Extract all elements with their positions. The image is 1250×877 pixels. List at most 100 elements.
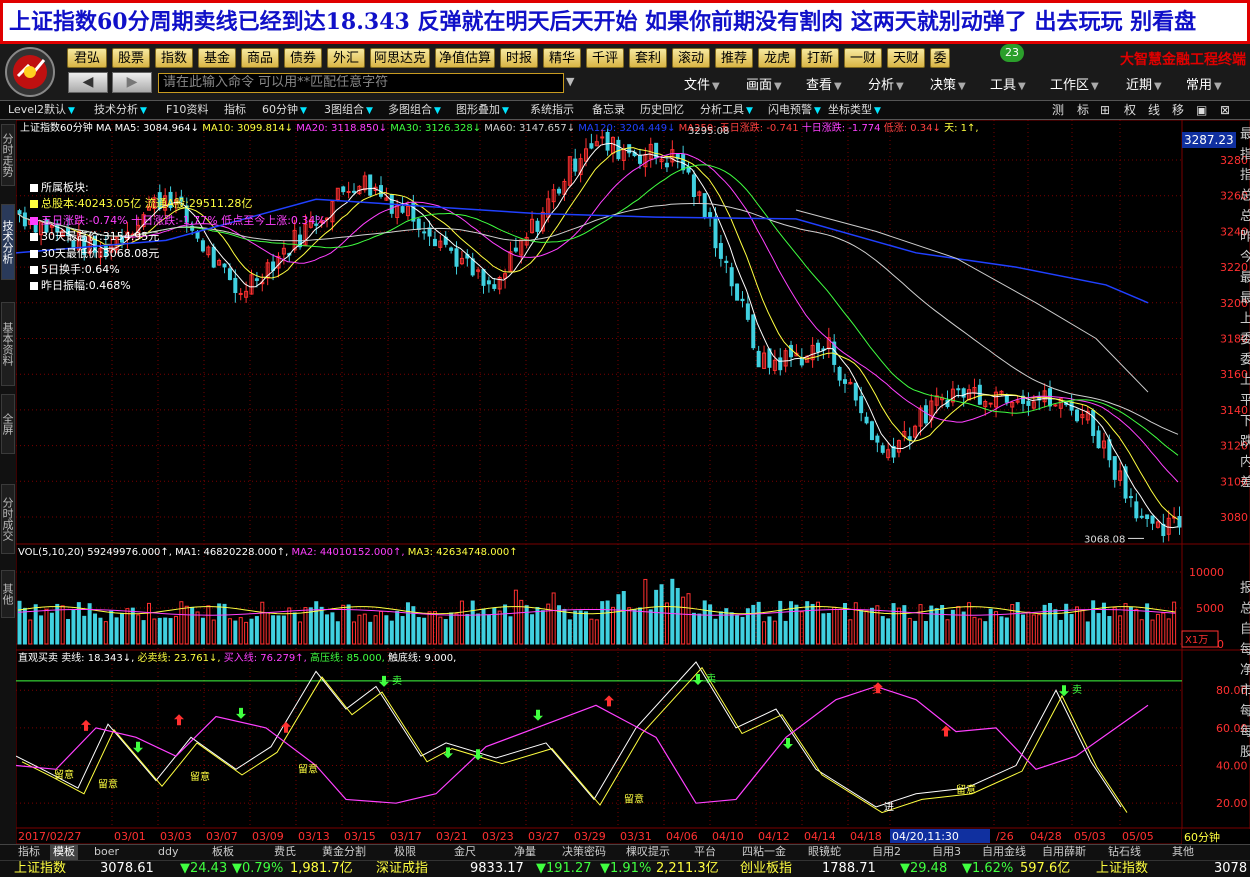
right-tool-0[interactable]: 测: [1052, 101, 1064, 119]
bottom-tab-19[interactable]: 钻石线: [1108, 844, 1141, 860]
toolbar-item-8[interactable]: 系统指示: [530, 101, 574, 119]
bottom-tab-17[interactable]: 自用金线: [982, 844, 1026, 860]
menu-item-4[interactable]: 决策 ▼: [930, 74, 966, 93]
quick-button-8[interactable]: 净值估算: [435, 48, 495, 68]
quick-button-1[interactable]: 股票: [112, 48, 150, 68]
menu-item-2[interactable]: 查看 ▼: [806, 74, 842, 93]
bottom-tab-5[interactable]: 费氏: [274, 844, 296, 860]
toolbar-item-11[interactable]: 分析工具 ▼: [700, 101, 753, 119]
bottom-tab-1[interactable]: 模板: [50, 844, 78, 860]
bottom-tab-9[interactable]: 净量: [514, 844, 536, 860]
bottom-tab-3[interactable]: ddy: [158, 844, 178, 860]
quick-button-6[interactable]: 外汇: [327, 48, 365, 68]
ticker-item-7[interactable]: ▼191.27: [536, 860, 592, 877]
ticker-item-14[interactable]: 597.6亿: [1020, 860, 1070, 877]
left-tab-0[interactable]: 分时走势: [1, 124, 15, 186]
right-tool-2[interactable]: ⊞: [1100, 101, 1110, 119]
app-logo-icon[interactable]: [2, 46, 58, 98]
bottom-tab-13[interactable]: 四粘一金: [742, 844, 786, 860]
quick-button-13[interactable]: 滚动: [672, 48, 710, 68]
bottom-tab-14[interactable]: 眼镜蛇: [808, 844, 841, 860]
bottom-tab-11[interactable]: 棵叹提示: [626, 844, 670, 860]
left-tab-4[interactable]: 分时成交: [1, 484, 15, 554]
toolbar-item-12[interactable]: 闪电预警 ▼: [768, 101, 821, 119]
toolbar-item-13[interactable]: 坐标类型 ▼: [828, 101, 881, 119]
ticker-item-13[interactable]: ▼1.62%: [962, 860, 1013, 877]
quick-button-4[interactable]: 商品: [241, 48, 279, 68]
menu-item-7[interactable]: 近期 ▼: [1126, 74, 1162, 93]
left-tab-1[interactable]: 技术分析: [1, 204, 15, 280]
left-tab-2[interactable]: 基本资料: [1, 302, 15, 386]
toolbar-item-2[interactable]: F10资料: [166, 101, 208, 119]
toolbar-item-3[interactable]: 指标: [224, 101, 246, 119]
left-tab-5[interactable]: 其他: [1, 570, 15, 618]
menu-item-1[interactable]: 画面 ▼: [746, 74, 782, 93]
ticker-item-0[interactable]: 上证指数: [14, 860, 66, 877]
quick-button-15[interactable]: 龙虎: [758, 48, 796, 68]
toolbar-item-9[interactable]: 备忘录: [592, 101, 625, 119]
bottom-tab-20[interactable]: 其他: [1172, 844, 1194, 860]
menu-item-3[interactable]: 分析 ▼: [868, 74, 904, 93]
ticker-item-9[interactable]: 2,211.3亿: [656, 860, 719, 877]
quick-button-16[interactable]: 打新: [801, 48, 839, 68]
ticker-item-3[interactable]: ▼0.79%: [232, 860, 283, 877]
ticker-item-11[interactable]: 1788.71: [822, 860, 876, 877]
quick-button-11[interactable]: 千评: [586, 48, 624, 68]
ticker-item-8[interactable]: ▼1.91%: [600, 860, 651, 877]
toolbar-item-7[interactable]: 图形叠加 ▼: [456, 101, 509, 119]
back-button[interactable]: ◀: [68, 72, 108, 93]
bottom-tab-0[interactable]: 指标: [18, 844, 40, 860]
toolbar-item-6[interactable]: 多图组合 ▼: [388, 101, 441, 119]
toolbar-item-4[interactable]: 60分钟 ▼: [262, 101, 307, 119]
right-tool-3[interactable]: 权: [1124, 101, 1136, 119]
bottom-tab-10[interactable]: 决策密码: [562, 844, 606, 860]
menu-item-0[interactable]: 文件 ▼: [684, 74, 720, 93]
toolbar-item-10[interactable]: 历史回忆: [640, 101, 684, 119]
right-tool-4[interactable]: 线: [1148, 101, 1160, 119]
forward-button[interactable]: ▶: [112, 72, 152, 93]
quick-button-3[interactable]: 基金: [198, 48, 236, 68]
right-tool-6[interactable]: ▣: [1196, 101, 1207, 119]
bottom-tab-8[interactable]: 金尺: [454, 844, 476, 860]
bottom-tab-12[interactable]: 平台: [694, 844, 716, 860]
ticker-item-6[interactable]: 9833.17: [470, 860, 524, 877]
bottom-tab-6[interactable]: 黄金分割: [322, 844, 366, 860]
ticker-item-12[interactable]: ▼29.48: [900, 860, 947, 877]
quick-button-19[interactable]: 委: [930, 48, 950, 68]
left-tab-3[interactable]: 全屏: [1, 394, 15, 454]
toolbar-item-5[interactable]: 3图组合 ▼: [324, 101, 373, 119]
quick-button-17[interactable]: 一财: [844, 48, 882, 68]
right-tool-5[interactable]: 移: [1172, 101, 1184, 119]
quick-button-7[interactable]: 阿思达克: [370, 48, 430, 68]
bottom-tab-15[interactable]: 自用2: [872, 844, 901, 860]
quick-button-9[interactable]: 时报: [500, 48, 538, 68]
quick-button-5[interactable]: 债券: [284, 48, 322, 68]
quick-button-18[interactable]: 天财: [887, 48, 925, 68]
command-input[interactable]: 请在此输入命令 可以用**匹配任意字符: [158, 73, 564, 93]
ticker-item-16[interactable]: 3078: [1214, 860, 1247, 877]
quick-button-14[interactable]: 推荐: [715, 48, 753, 68]
bottom-tab-16[interactable]: 自用3: [932, 844, 961, 860]
bottom-tab-18[interactable]: 自用薛斯: [1042, 844, 1086, 860]
ticker-item-1[interactable]: 3078.61: [100, 860, 154, 877]
ticker-item-2[interactable]: ▼24.43: [180, 860, 227, 877]
notification-badge[interactable]: 23: [1000, 44, 1024, 62]
ticker-item-15[interactable]: 上证指数: [1096, 860, 1148, 877]
quick-button-2[interactable]: 指数: [155, 48, 193, 68]
ticker-item-5[interactable]: 深证成指: [376, 860, 428, 877]
quick-button-12[interactable]: 套利: [629, 48, 667, 68]
toolbar-item-0[interactable]: Level2默认 ▼: [8, 101, 75, 119]
quick-button-0[interactable]: 君弘: [67, 48, 107, 68]
bottom-tab-7[interactable]: 极限: [394, 844, 416, 860]
menu-item-5[interactable]: 工具 ▼: [990, 74, 1026, 93]
ticker-item-4[interactable]: 1,981.7亿: [290, 860, 353, 877]
quick-button-10[interactable]: 精华: [543, 48, 581, 68]
bottom-tab-2[interactable]: boer: [94, 844, 119, 860]
right-tool-1[interactable]: 标: [1077, 101, 1089, 119]
menu-item-6[interactable]: 工作区 ▼: [1050, 74, 1099, 93]
menu-item-8[interactable]: 常用 ▼: [1186, 74, 1222, 93]
command-dropdown-icon[interactable]: ▼: [566, 75, 574, 88]
right-tool-7[interactable]: ⊠: [1220, 101, 1230, 119]
ticker-item-10[interactable]: 创业板指: [740, 860, 792, 877]
bottom-tab-4[interactable]: 板板: [212, 844, 234, 860]
